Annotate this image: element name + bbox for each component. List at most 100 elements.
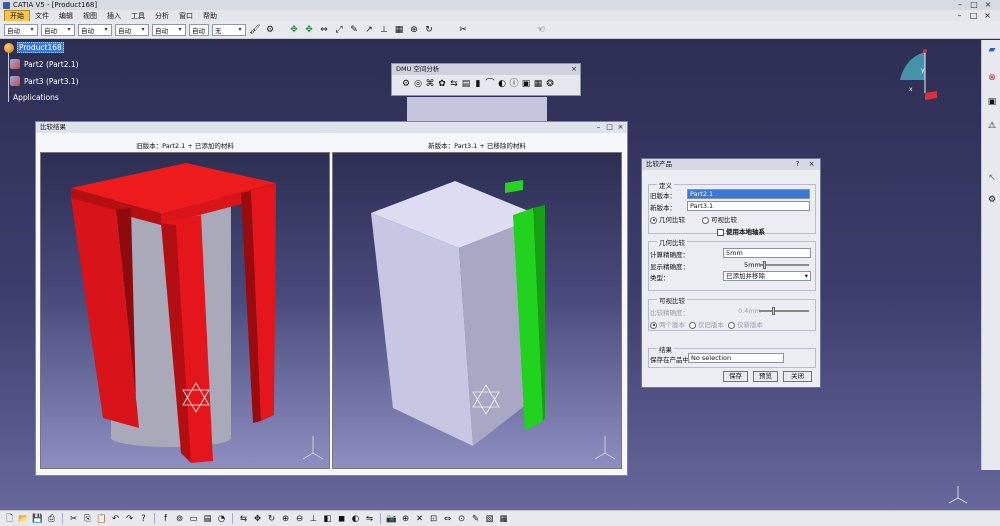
point-symbol-combo[interactable]: 自动 ▾ [152, 23, 186, 36]
menu-start[interactable]: 开始 [4, 9, 30, 22]
menu-tools[interactable]: 工具 [126, 11, 150, 21]
zoom-out-icon[interactable]: ⊖ [294, 513, 305, 525]
print-icon[interactable]: ⎙ [46, 513, 57, 525]
paste-icon[interactable]: 📋 [96, 513, 107, 525]
navigation-icon[interactable]: ⊕ [400, 513, 411, 525]
layer-combo[interactable]: 无 ▾ [212, 23, 246, 36]
local-axis-checkbox[interactable]: 使用本地轴系 [717, 226, 765, 236]
formula-icon[interactable]: f [160, 513, 171, 525]
snap-icon[interactable]: ↗ [363, 24, 375, 36]
knowledge-icon[interactable]: ⊚ [174, 513, 185, 525]
tree-node-part3[interactable]: Part3 (Part3.1) [10, 76, 80, 86]
maximize-button[interactable]: □ [969, 0, 979, 10]
help-button[interactable]: ? [793, 160, 802, 169]
axis-icon[interactable]: ⊥ [378, 24, 390, 36]
measure-icon[interactable]: ⤢ [333, 24, 345, 36]
calc-precision-field[interactable]: 5mm [723, 248, 811, 258]
arc-icon[interactable]: ⌒ [485, 78, 495, 90]
whats-this-icon[interactable]: ? [138, 513, 149, 525]
manipulate-icon[interactable]: ⊕ [408, 24, 420, 36]
section-icon[interactable]: ⊡ [428, 513, 439, 525]
sectioning-icon[interactable]: ✿ [437, 78, 447, 90]
tree-node-applications[interactable]: Applications [12, 93, 60, 102]
preview-button[interactable]: 预览 [753, 371, 778, 382]
close-dialog-button[interactable]: 关闭 [783, 371, 812, 382]
catalog-icon[interactable]: ▦ [393, 24, 405, 36]
menu-view[interactable]: 视图 [78, 11, 102, 21]
doc-restore-button[interactable]: □ [969, 11, 978, 20]
close-button[interactable]: × [807, 160, 816, 169]
mouse-icon[interactable]: ◔ [216, 513, 227, 525]
hide-show-icon[interactable]: ◐ [350, 513, 361, 525]
tool-icon[interactable]: ✎ [348, 24, 360, 36]
close-window-button[interactable]: × [983, 0, 993, 10]
pan-icon[interactable]: ✥ [252, 513, 263, 525]
visual-compare-radio[interactable]: 可视比较 [702, 214, 737, 224]
view-icon[interactable]: ⚙ [986, 194, 998, 206]
menu-window[interactable]: 窗口 [174, 11, 198, 21]
new-file-icon[interactable]: 🗋 [4, 513, 15, 525]
workbench-icon[interactable]: ▰ [986, 44, 998, 56]
slider-thumb[interactable] [772, 307, 775, 315]
close-button[interactable]: × [616, 123, 625, 132]
table-icon[interactable]: ▤ [202, 513, 213, 525]
minimize-button[interactable]: – [594, 123, 603, 132]
save-icon[interactable]: 💾 [32, 513, 43, 525]
undo-icon[interactable]: ↶ [110, 513, 121, 525]
hand-icon[interactable]: ☜ [535, 24, 547, 36]
display-precision-slider[interactable] [759, 261, 809, 269]
layer-combo-small[interactable]: 自动 [189, 23, 209, 36]
pan-icon[interactable]: ✥ [288, 24, 300, 36]
band-icon[interactable]: ⌘ [425, 78, 435, 90]
fly-icon[interactable]: ⇆ [238, 513, 249, 525]
tree-node-root[interactable]: Product168 [4, 42, 64, 53]
annotation-icon[interactable]: ✎ [470, 513, 481, 525]
grid-icon[interactable]: ▦ [533, 78, 543, 90]
normal-view-icon[interactable]: ⊥ [308, 513, 319, 525]
compass-icon[interactable]: x y [895, 48, 945, 103]
measure-item-icon[interactable]: ▤ [461, 78, 471, 90]
old-version-viewport[interactable] [40, 152, 330, 469]
camera-icon[interactable]: 📷 [386, 513, 397, 525]
clash-icon[interactable]: ⚙ [401, 78, 411, 90]
new-version-field[interactable]: Part3.1 [687, 201, 810, 211]
snapshot-icon[interactable]: ▧ [484, 513, 495, 525]
maximize-button[interactable]: □ [605, 123, 614, 132]
result-icon[interactable]: ▣ [521, 78, 531, 90]
fill-color-combo[interactable]: 自动 ▾ [4, 23, 38, 36]
menu-analyze[interactable]: 分析 [150, 11, 174, 21]
doc-close-button[interactable]: × [983, 11, 992, 20]
menu-insert[interactable]: 插入 [102, 11, 126, 21]
save-in-product-field[interactable]: No selection [688, 353, 784, 363]
measure-inertia-icon[interactable]: ▮ [473, 78, 483, 90]
analysis-icon[interactable]: ❂ [545, 78, 555, 90]
cut-icon[interactable]: ✂ [68, 513, 79, 525]
close-icon[interactable]: × [571, 64, 577, 75]
save-doc-icon[interactable]: ▣ [986, 96, 998, 108]
rotate-icon[interactable]: ↻ [266, 513, 277, 525]
tree-node-part2[interactable]: Part2 (Part2.1) [10, 59, 80, 69]
open-file-icon[interactable]: 📂 [18, 513, 29, 525]
new-version-viewport[interactable] [332, 152, 622, 469]
redo-icon[interactable]: ↷ [124, 513, 135, 525]
select-icon[interactable]: ↖ [986, 172, 998, 184]
transparency-combo[interactable]: 自动 ▾ [41, 23, 75, 36]
new-only-radio[interactable]: 仅新版本 [728, 319, 763, 329]
menu-help[interactable]: 帮助 [198, 11, 222, 21]
info-icon[interactable]: ⓘ [509, 78, 519, 90]
doc-minimize-button[interactable]: – [955, 11, 964, 20]
slider-thumb[interactable] [763, 261, 766, 269]
catalog-bottom-icon[interactable]: ▦ [498, 513, 509, 525]
fit-all-icon[interactable]: ⇔ [318, 24, 330, 36]
line-thickness-combo[interactable]: 自动 ▾ [78, 23, 112, 36]
stop-icon[interactable]: ⊗ [986, 72, 998, 84]
distance-icon[interactable]: ◎ [413, 78, 423, 90]
measure-bottom-icon[interactable]: ⊙ [456, 513, 467, 525]
macro-icon[interactable]: ▭ [188, 513, 199, 525]
swap-space-icon[interactable]: ⇋ [364, 513, 375, 525]
move-icon[interactable]: ✥ [303, 24, 315, 36]
geometric-compare-radio[interactable]: 几何比较 [650, 214, 685, 224]
cut-icon[interactable]: ✂ [457, 24, 469, 36]
menu-edit[interactable]: 编辑 [54, 11, 78, 21]
save-button[interactable]: 保存 [723, 371, 748, 382]
